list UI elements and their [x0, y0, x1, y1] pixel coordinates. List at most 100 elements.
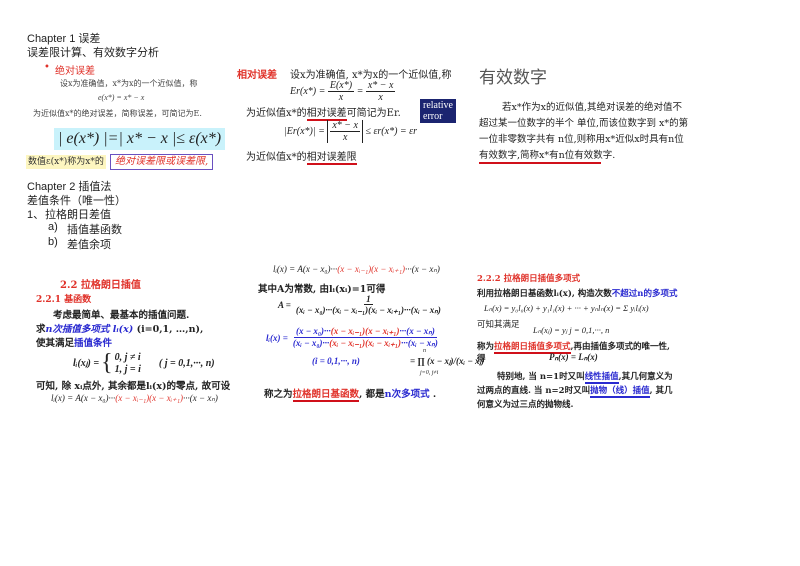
line3-prefix: 使其满足 — [36, 338, 75, 349]
rel-box-line1: relative — [423, 100, 453, 111]
lagrange-left-line4: 可知, 除 xᵢ点外, 其余都是lᵢ(x)的零点, 故可设 — [36, 381, 231, 392]
sig-digits-line2: 超过某一位数字的半个 单位,而该位数字到 x*的第 — [479, 118, 689, 129]
mid-formula-part2: ···(x − xₙ) — [405, 264, 440, 274]
line2-suffix: (i=0,1, …,n), — [136, 324, 204, 335]
cond-lhs: lᵢ(xⱼ) = — [73, 358, 100, 369]
rel-bound-den: x — [342, 132, 348, 143]
rel-error-frac1-num: E(x*) — [327, 80, 355, 92]
l-num-red: (x − xᵢ₋₁)(x − xᵢ₊₁) — [330, 326, 400, 336]
rel-error-heading: 相对误差 — [237, 70, 277, 81]
parabolic-interp-term: 抛物（线）插值 — [590, 386, 650, 398]
sig-digits-heading: 有效数字 — [479, 68, 547, 88]
abs-error-note-prefix: 数值ε(x*)称为x*的 — [26, 155, 106, 169]
l-den-1: (xᵢ − x₀)··· — [292, 338, 330, 348]
basis-function-formula: lᵢ(x) = (x − x₀)···(x − xᵢ₋₁)(x − xᵢ₊₁)·… — [266, 326, 440, 349]
n-degree-poly-term: n次多项式 — [384, 389, 430, 400]
interp-condition-formula: lᵢ(xⱼ) = { 0, j ≠ i 1, j = i ( j = 0,1,·… — [73, 350, 215, 377]
sig-digits-line4: 有效数字,简称x*有n位有效数字. — [479, 147, 615, 164]
right-line6-prefix: 过两点的直线. 当 n=2时又叫 — [477, 386, 591, 396]
l-den-2: ···(xᵢ − xₙ) — [401, 338, 438, 348]
sub-b: 差值余项 — [67, 239, 111, 251]
right-line1-prefix: 利用拉格朗日基函数lᵢ(x), 构造次数 — [477, 289, 612, 299]
rel-bound-lhs: |Er(x*)| = — [284, 125, 325, 137]
interp-poly-term: n次插值多项式 lᵢ(x) — [45, 324, 134, 335]
chapter1-subtitle: 误差限计算、有效数字分析 — [27, 47, 159, 59]
product-formula: = ∏ (x − xⱼ)/(xᵢ − xⱼ) — [410, 356, 485, 366]
interp-condition-term: 插值条件 — [74, 338, 113, 349]
rel-error-line2: 为近似值x*的相对误差可简记为Er. — [246, 104, 401, 121]
constant-a-formula: A = 1 (xᵢ − x₀)···(xᵢ − xᵢ₋₁)(xᵢ − xᵢ₊₁)·… — [278, 294, 443, 316]
lagrange-left-line2: 求n次插值多项式 lᵢ(x) (i=0,1, …,n), — [36, 321, 203, 335]
l-den-red: (xᵢ − xᵢ₋₁)(xᵢ − xᵢ₊₁) — [329, 338, 402, 348]
abs-error-line1: 设x为准确值，x*为x的一个近似值，称 — [60, 79, 198, 88]
rel-error-line3: 为近似值x*的相对误差限 — [246, 148, 357, 165]
rel-bound-rhs: ≤ εr(x*) = εr — [365, 125, 417, 137]
l-num-1: (x − x₀)··· — [295, 326, 331, 336]
mid-line2-mid: , 都是 — [359, 389, 385, 400]
lagrange-poly-formula: Lₙ(x) = y₀l₀(x) + y₁l₁(x) + ··· + yₙlₙ(x… — [484, 303, 649, 313]
cond-range: ( j = 0,1,···, n) — [158, 358, 215, 369]
mid-formula-red: (x − xᵢ₋₁)(x − xᵢ₊₁) — [337, 264, 405, 274]
bullet-icon: • — [44, 62, 50, 73]
lagrange-left-formula: lᵢ(x) = A(x − x₀)···(x − xᵢ₋₁)(x − xᵢ₊₁)… — [51, 393, 218, 404]
product-superscript: n — [423, 348, 426, 354]
sub-a-label: a) — [48, 221, 58, 233]
basis-function-term: 拉格朗日基函数 — [292, 389, 360, 402]
abs-error-heading: 绝对误差 — [55, 66, 95, 77]
a-den: (xᵢ − x₀)···(xᵢ − xᵢ₋₁)(xᵢ − xᵢ₊₁)···(xᵢ… — [295, 305, 441, 315]
lagrange-mid-formula: lᵢ(x) = A(x − x₀)···(x − xᵢ₋₁)(x − xᵢ₊₁)… — [273, 264, 440, 275]
product-subscript: j=0, j≠i — [420, 370, 439, 376]
rel-error-formula: Er(x*) = E(x*) x = x* − xx — [290, 80, 396, 103]
list-item1-num: 1、 — [27, 209, 45, 221]
lagrange-right-line2: 可知其满足 — [477, 320, 520, 330]
relative-error-label: relative error — [420, 99, 456, 123]
rel-error-formula-eq: = — [356, 85, 364, 97]
a-lhs: A = — [278, 300, 291, 310]
cond-case1: 0, j ≠ i — [114, 351, 141, 363]
brace-icon: { — [101, 350, 113, 376]
formula-part1: lᵢ(x) = A(x − x₀)··· — [51, 393, 116, 403]
lagrange-left-line1: 考虑最简单、最基本的插值问题. — [53, 310, 190, 321]
sub-a: 插值基函数 — [67, 224, 122, 236]
list-item1: 拉格朗日差值 — [45, 209, 111, 221]
rel-error-frac1-den: x — [338, 92, 344, 103]
rel-box-line2: error — [423, 111, 443, 122]
rel-error-line2-suffix: 可简记为Er. — [346, 108, 401, 119]
right-line6-suffix: , 其几 — [649, 386, 673, 396]
lagrange-mid-line2: 称之为拉格朗日基函数, 都是n次多项式 . — [264, 386, 437, 402]
sub-b-label: b) — [48, 236, 58, 248]
lagrange-right-line4: 得 — [477, 354, 486, 364]
formula-part2: ···(x − xₙ) — [183, 393, 218, 403]
rel-error-line2-prefix: 为近似值x*的 — [246, 108, 307, 119]
mid-formula-part1: lᵢ(x) = A(x − x₀)··· — [273, 264, 338, 274]
rel-error-frac2-den: x — [378, 92, 383, 103]
lagrange-right-line1: 利用拉格朗日基函数lᵢ(x), 构造次数不超过n的多项式 — [477, 287, 677, 299]
right-line5-prefix: 特别地, 当 n=1时又叫 — [497, 372, 585, 382]
basis-range: (i = 0,1,···, n) — [312, 356, 360, 366]
lagrange-right-line3: 称为拉格朗日插值多项式,再由插值多项式的唯一性, — [477, 340, 670, 354]
a-num: 1 — [364, 294, 373, 305]
linear-interp-term: 线性插值 — [584, 372, 619, 384]
abs-error-line2: 为近似值x*的绝对误差，简称误差，可简记为E. — [33, 109, 202, 118]
l-num-2: ···(x − xₙ) — [399, 326, 435, 336]
abs-error-bound-term: 绝对误差限或误差限, — [110, 154, 214, 170]
right-line3-suffix: ,再由插值多项式的唯一性, — [570, 342, 670, 352]
mid-line2-suffix: . — [429, 389, 437, 400]
lagrange-right-line6: 过两点的直线. 当 n=2时又叫抛物（线）插值, 其几 — [477, 384, 673, 398]
rel-error-line3-prefix: 为近似值x*的 — [246, 152, 307, 163]
cond-case2: 1, j = i — [114, 363, 141, 375]
l-lhs: lᵢ(x) = — [266, 332, 288, 343]
abs-error-formula: e(x*) = x* − x — [98, 93, 145, 102]
interp-satisfy-formula: Lₙ(xⱼ) = yⱼ j = 0,1,···, n — [533, 325, 610, 335]
subsection-title-2-2-2: 2.2.2 拉格朗日插值多项式 — [477, 274, 581, 284]
lagrange-right-line5: 特别地, 当 n=1时又叫线性插值,其几何意义为 — [497, 370, 673, 384]
rel-error-bound-term: 相对误差限 — [306, 152, 357, 165]
rel-error-frac2-num: x* − x — [365, 80, 396, 92]
lagrange-mid-line1: 其中A为常数, 由lᵢ(xᵢ)=1可得 — [258, 284, 386, 295]
right-line3-prefix: 称为 — [477, 342, 495, 352]
rel-error-line1: 设x为准确值, x*为x的一个近似值,称 — [290, 70, 452, 81]
rel-error-formula-lhs: Er(x*) = — [290, 85, 326, 97]
right-line5-suffix: ,其几何意义为 — [618, 372, 673, 382]
degree-bound-term: 不超过n的多项式 — [611, 289, 678, 299]
formula-red-part: (x − xᵢ₋₁)(x − xᵢ₊₁) — [115, 393, 183, 403]
